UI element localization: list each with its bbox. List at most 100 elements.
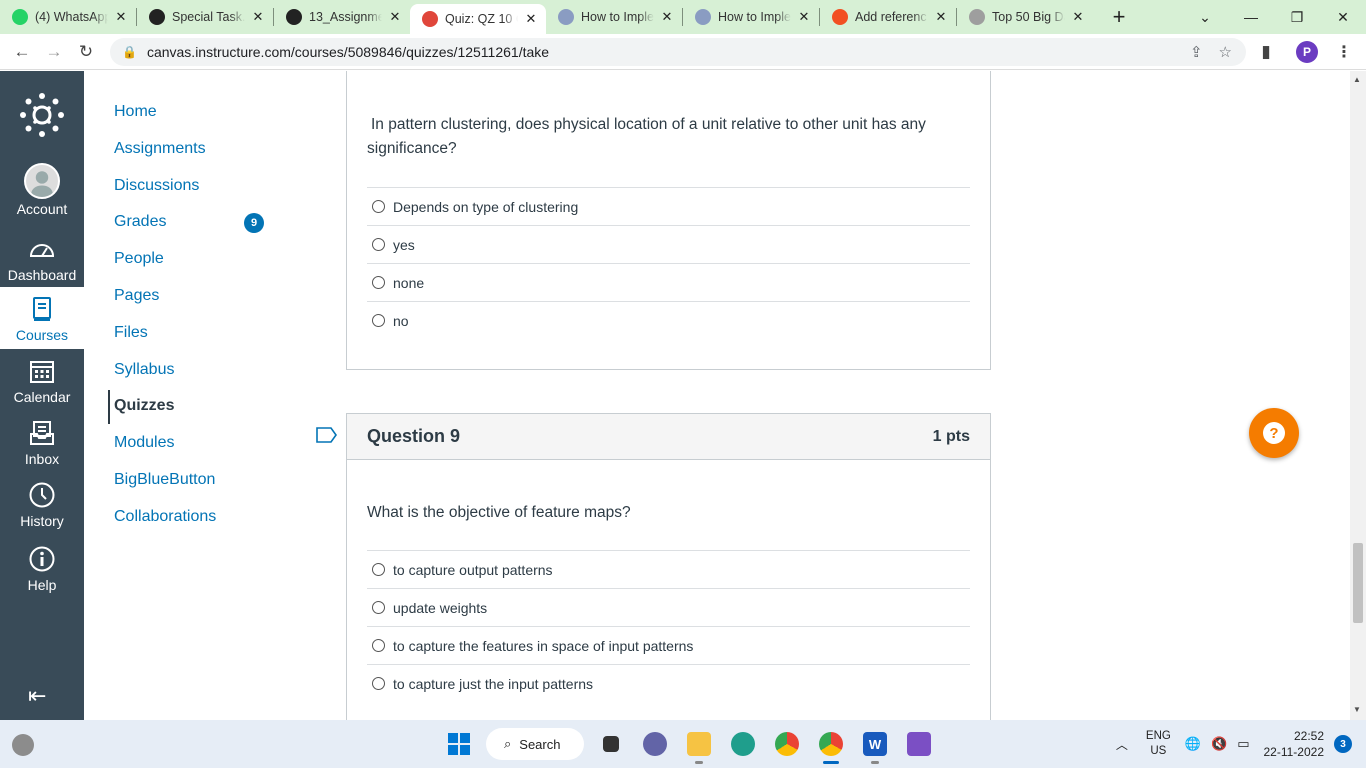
course-nav-discussions[interactable]: Discussions [114, 177, 199, 195]
answer-option[interactable]: update weights [367, 588, 970, 626]
close-tab-icon[interactable]: ✕ [660, 9, 674, 25]
answer-option[interactable]: Depends on type of clustering [367, 187, 970, 225]
tab-title[interactable]: Top 50 Big Da [992, 10, 1065, 24]
clock[interactable]: 22:52 22-11-2022 [1264, 728, 1325, 760]
answer-label[interactable]: update weights [393, 600, 487, 616]
radio-button[interactable] [372, 200, 385, 213]
forward-button[interactable]: → [38, 42, 70, 62]
tab-title[interactable]: 13_Assignme [309, 10, 382, 24]
minimize-button[interactable]: — [1228, 9, 1274, 25]
tab-search-icon[interactable]: ⌄ [1182, 9, 1228, 26]
file-explorer-button[interactable] [682, 728, 716, 764]
course-nav-syllabus[interactable]: Syllabus [114, 361, 174, 379]
course-nav-pages[interactable]: Pages [114, 287, 159, 305]
taskbar-search[interactable]: ⌕ Search [486, 728, 584, 760]
start-button[interactable] [442, 728, 476, 760]
tab-title[interactable]: Add referenc [855, 10, 928, 24]
tab-title[interactable]: How to Imple [581, 10, 654, 24]
close-tab-icon[interactable]: ✕ [1071, 9, 1085, 25]
answer-option[interactable]: to capture output patterns [367, 550, 970, 588]
close-tab-icon[interactable]: ✕ [251, 9, 265, 25]
nav-help[interactable]: Help [0, 543, 84, 601]
show-hidden-icons-icon[interactable]: ︿ [1116, 736, 1128, 753]
radio-button[interactable] [372, 563, 385, 576]
battery-icon[interactable]: ▭ [1237, 736, 1249, 752]
profile-avatar[interactable]: P [1296, 40, 1318, 63]
course-nav-modules[interactable]: Modules [114, 434, 174, 452]
browser-tab[interactable]: Top 50 Big Da ✕ [957, 0, 1093, 34]
nav-dashboard[interactable]: Dashboard [0, 231, 84, 283]
course-nav-grades[interactable]: Grades [114, 213, 166, 231]
browser-menu-icon[interactable]: ⋮ [1336, 42, 1352, 62]
close-tab-icon[interactable]: ✕ [797, 9, 811, 25]
tab-title[interactable]: Special Task.p [172, 10, 245, 24]
browser-tab[interactable]: How to Imple ✕ [683, 0, 819, 34]
flag-question-icon[interactable] [316, 427, 338, 443]
weather-icon[interactable] [12, 734, 34, 756]
answer-label[interactable]: no [393, 313, 409, 329]
nav-courses[interactable]: Courses [0, 287, 84, 349]
back-button[interactable]: ← [6, 42, 38, 62]
radio-button[interactable] [372, 639, 385, 652]
nav-account[interactable]: Account [0, 163, 84, 221]
visual-studio-button[interactable] [902, 728, 936, 760]
reload-button[interactable]: ↻ [70, 42, 102, 62]
browser-tab[interactable]: Add referenc ✕ [820, 0, 956, 34]
course-nav-assignments[interactable]: Assignments [114, 140, 206, 158]
answer-option[interactable]: no [367, 301, 970, 339]
chrome-button[interactable] [770, 728, 804, 760]
scroll-thumb[interactable] [1353, 543, 1363, 623]
tab-title[interactable]: Quiz: QZ 10 C [445, 12, 518, 26]
nav-calendar[interactable]: Calendar [0, 355, 84, 411]
page-scrollbar[interactable]: ▲ ▼ [1350, 71, 1366, 720]
scroll-up-arrow-icon[interactable]: ▲ [1353, 75, 1361, 84]
close-window-button[interactable]: ✕ [1320, 9, 1366, 26]
bookmark-star-icon[interactable]: ☆ [1219, 43, 1232, 61]
radio-button[interactable] [372, 276, 385, 289]
browser-tab[interactable]: Special Task.p ✕ [137, 0, 273, 34]
new-tab-button[interactable]: + [1107, 4, 1131, 30]
answer-option[interactable]: none [367, 263, 970, 301]
browser-tab[interactable]: 13_Assignme ✕ [274, 0, 410, 34]
answer-label[interactable]: yes [393, 237, 415, 253]
radio-button[interactable] [372, 238, 385, 251]
radio-button[interactable] [372, 677, 385, 690]
course-nav-home[interactable]: Home [114, 103, 157, 121]
teams-chat-button[interactable] [638, 728, 672, 760]
task-view-button[interactable] [594, 728, 628, 760]
tab-title[interactable]: How to Imple [718, 10, 791, 24]
course-nav-files[interactable]: Files [114, 324, 148, 342]
course-nav-quizzes[interactable]: Quizzes [114, 397, 174, 415]
close-tab-icon[interactable]: ✕ [934, 9, 948, 25]
input-language[interactable]: ENG US [1146, 729, 1171, 759]
browser-tab[interactable]: How to Imple ✕ [546, 0, 682, 34]
lock-icon[interactable]: 🔒 [122, 45, 137, 59]
nav-history[interactable]: History [0, 479, 84, 537]
close-tab-icon[interactable]: ✕ [114, 9, 128, 25]
chrome-profile-button[interactable] [814, 728, 848, 764]
answer-label[interactable]: none [393, 275, 424, 291]
answer-label[interactable]: to capture output patterns [393, 562, 553, 578]
answer-option[interactable]: yes [367, 225, 970, 263]
side-panel-icon[interactable]: ▮ [1250, 42, 1282, 62]
answer-option[interactable]: to capture the features in space of inpu… [367, 626, 970, 664]
tab-title[interactable]: (4) WhatsApp [35, 10, 108, 24]
radio-button[interactable] [372, 314, 385, 327]
maximize-button[interactable]: ❐ [1274, 9, 1320, 26]
share-icon[interactable]: ⇪ [1190, 43, 1203, 61]
answer-label[interactable]: to capture the features in space of inpu… [393, 638, 693, 654]
scroll-down-arrow-icon[interactable]: ▼ [1353, 705, 1361, 714]
close-tab-icon[interactable]: ✕ [388, 9, 402, 25]
edge-button[interactable] [726, 728, 760, 760]
volume-mute-icon[interactable]: 🔇 [1211, 736, 1227, 752]
course-nav-bigbluebutton[interactable]: BigBlueButton [114, 471, 215, 489]
answer-label[interactable]: to capture just the input patterns [393, 676, 593, 692]
notification-badge[interactable]: 3 [1334, 735, 1352, 753]
help-button[interactable]: ? [1249, 408, 1299, 458]
browser-tab[interactable]: (4) WhatsApp ✕ [0, 0, 136, 34]
answer-option[interactable]: to capture just the input patterns [367, 664, 970, 702]
collapse-nav-icon[interactable]: ⇤ [28, 683, 46, 709]
answer-label[interactable]: Depends on type of clustering [393, 199, 578, 215]
canvas-logo[interactable] [20, 93, 64, 137]
nav-inbox[interactable]: Inbox [0, 417, 84, 473]
